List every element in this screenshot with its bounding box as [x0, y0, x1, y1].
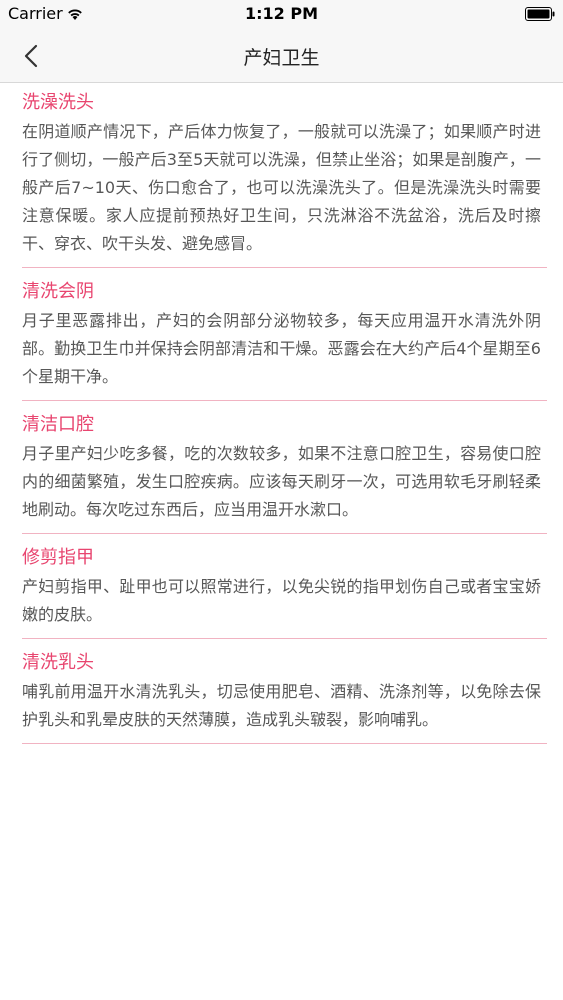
- section-nipple: 清洗乳头 哺乳前用温开水清洗乳头，切忌使用肥皂、酒精、洗涤剂等，以免除去保护乳头…: [0, 648, 563, 734]
- section-body: 月子里恶露排出，产妇的会阴部分泌物较多，每天应用温开水清洗外阴部。勤换卫生巾并保…: [22, 311, 541, 386]
- status-time: 1:12 PM: [244, 4, 318, 23]
- status-bar: Carrier 1:12 PM: [0, 0, 563, 30]
- section-title: 清洗会阴: [22, 281, 94, 302]
- section-perineum: 清洗会阴 月子里恶露排出，产妇的会阴部分泌物较多，每天应用温开水清洗外阴部。勤换…: [0, 277, 563, 391]
- section-title: 清洁口腔: [22, 414, 94, 435]
- section-title: 洗澡洗头: [22, 92, 94, 113]
- article-content: 洗澡洗头 在阴道顺产情况下，产后体力恢复了，一般就可以洗澡了；如果顺产时进行了侧…: [0, 88, 563, 753]
- section-bathing: 洗澡洗头 在阴道顺产情况下，产后体力恢复了，一般就可以洗澡了；如果顺产时进行了侧…: [0, 88, 563, 258]
- section-divider: [22, 400, 547, 401]
- section-body: 哺乳前用温开水清洗乳头，切忌使用肥皂、酒精、洗涤剂等，以免除去保护乳头和乳晕皮肤…: [22, 682, 541, 729]
- battery-icon: [525, 7, 555, 21]
- section-nails: 修剪指甲 产妇剪指甲、趾甲也可以照常进行，以免尖锐的指甲划伤自己或者宝宝娇嫩的皮…: [0, 543, 563, 629]
- navigation-bar: 产妇卫生: [0, 30, 563, 83]
- section-divider: [22, 743, 547, 744]
- section-oral: 清洁口腔 月子里产妇少吃多餐，吃的次数较多，如果不注意口腔卫生，容易使口腔内的细…: [0, 410, 563, 524]
- section-divider: [22, 638, 547, 639]
- section-body: 在阴道顺产情况下，产后体力恢复了，一般就可以洗澡了；如果顺产时进行了侧切，一般产…: [22, 122, 541, 253]
- page-title: 产妇卫生: [243, 47, 320, 69]
- section-body: 月子里产妇少吃多餐，吃的次数较多，如果不注意口腔卫生，容易使口腔内的细菌繁殖，发…: [22, 444, 541, 519]
- section-body: 产妇剪指甲、趾甲也可以照常进行，以免尖锐的指甲划伤自己或者宝宝娇嫩的皮肤。: [22, 577, 541, 624]
- section-divider: [22, 267, 547, 268]
- section-title: 清洗乳头: [22, 652, 94, 673]
- section-divider: [22, 533, 547, 534]
- section-title: 修剪指甲: [22, 547, 94, 568]
